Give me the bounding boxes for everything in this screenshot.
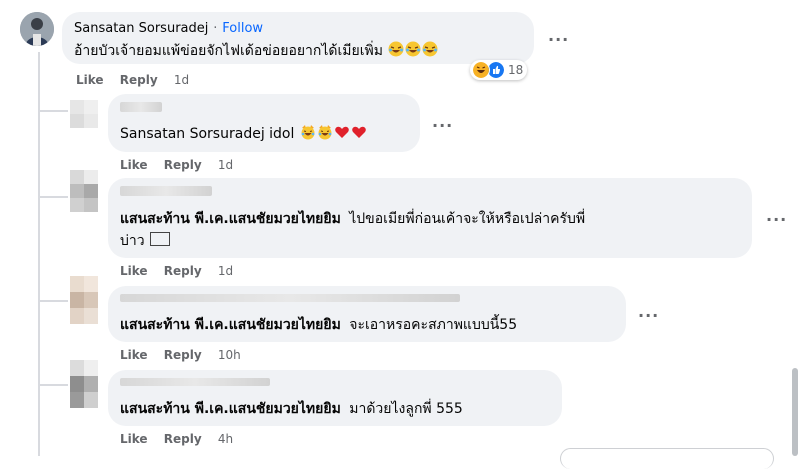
- reply-text: Sansatan Sorsuradej idol: [120, 126, 295, 142]
- more-options-icon[interactable]: ···: [548, 30, 569, 49]
- reply-author[interactable]: แสนสะท้าน พี.เค.แสนชัยมวยไทยยิม: [120, 317, 341, 333]
- reply-connector: [38, 384, 68, 386]
- comment-author-row: Sansatan Sorsuradej · Follow: [74, 20, 263, 36]
- like-button[interactable]: Like: [120, 264, 148, 278]
- avatar[interactable]: [70, 360, 106, 408]
- reply-text: จะเอาหรอคะสภาพแบบนี้55: [349, 317, 518, 333]
- reply-button[interactable]: Reply: [164, 264, 202, 278]
- blurred-author-name: [120, 102, 162, 112]
- reply-text-row: แสนสะท้าน พี.เค.แสนชัยมวยไทยยิม จะเอาหรอ…: [120, 314, 517, 336]
- reply-button[interactable]: Reply: [164, 432, 202, 446]
- reply-text: ไปขอเมียพี่ก่อนเค้าจะให้หรือเปล่าครับพี่: [349, 211, 586, 227]
- reply-connector: [38, 196, 68, 198]
- reply-text-row: แสนสะท้าน พี.เค.แสนชัยมวยไทยยิม ไปขอเมีย…: [120, 208, 585, 230]
- haha-reaction-icon: [472, 61, 490, 79]
- reply-button[interactable]: Reply: [120, 73, 158, 87]
- reply-actions: Like Reply 10h: [120, 348, 253, 362]
- reply-time: 10h: [217, 348, 241, 362]
- comment-author[interactable]: Sansatan Sorsuradej: [74, 21, 208, 36]
- avatar[interactable]: [70, 276, 106, 324]
- comment-text: อ้ายบัวเจ้ายอมแพ้ข่อยจักไฟเด้อข่อยอยากได…: [74, 43, 383, 59]
- like-button[interactable]: Like: [120, 348, 148, 362]
- comment-input-edge[interactable]: [560, 448, 774, 469]
- reply-actions: Like Reply 4h: [120, 432, 245, 446]
- like-button[interactable]: Like: [120, 432, 148, 446]
- reply-text-continued: บ่าว: [120, 233, 145, 249]
- more-options-icon[interactable]: ···: [432, 116, 453, 135]
- reply-time: 1d: [217, 158, 234, 172]
- follow-separator: ·: [213, 21, 218, 36]
- like-button[interactable]: Like: [76, 73, 104, 87]
- reply-button[interactable]: Reply: [164, 158, 202, 172]
- cat-laughing-emoji: [301, 125, 315, 140]
- reply-time: 1d: [217, 264, 234, 278]
- avatar[interactable]: [70, 100, 106, 136]
- heart-emoji: [335, 126, 349, 138]
- reply-actions: Like Reply 1d: [120, 158, 245, 172]
- reply-author[interactable]: แสนสะท้าน พี.เค.แสนชัยมวยไทยยิม: [120, 211, 341, 227]
- comment-time: 1d: [173, 73, 190, 87]
- laughing-emoji: [388, 41, 404, 57]
- reaction-count: 18: [508, 63, 524, 77]
- reply-text-row-2: บ่าว: [120, 230, 171, 252]
- reaction-summary[interactable]: 18: [470, 60, 528, 80]
- more-options-icon[interactable]: ···: [766, 210, 787, 229]
- reply-bubble: แสนสะท้าน พี.เค.แสนชัยมวยไทยยิม จะเอาหรอ…: [108, 286, 626, 342]
- comment-bubble: Sansatan Sorsuradej · Follow อ้ายบัวเจ้า…: [62, 12, 534, 64]
- blurred-author-name: [120, 294, 460, 302]
- blurred-author-name: [120, 186, 212, 196]
- reply-author[interactable]: แสนสะท้าน พี.เค.แสนชัยมวยไทยยิม: [120, 401, 341, 417]
- avatar-photo: [20, 12, 54, 46]
- reply-bubble: Sansatan Sorsuradej idol: [108, 94, 420, 152]
- thread-line: [38, 52, 40, 456]
- reply-text-row: แสนสะท้าน พี.เค.แสนชัยมวยไทยยิม มาด้วยไง…: [120, 398, 463, 420]
- follow-link[interactable]: Follow: [222, 21, 263, 36]
- cat-laughing-emoji: [318, 125, 332, 140]
- more-options-icon[interactable]: ···: [638, 306, 659, 325]
- like-button[interactable]: Like: [120, 158, 148, 172]
- blurred-author-name: [120, 378, 270, 386]
- avatar[interactable]: [70, 170, 106, 216]
- avatar[interactable]: [20, 12, 54, 46]
- laughing-emoji: [422, 41, 438, 57]
- reply-connector: [38, 300, 68, 302]
- reply-button[interactable]: Reply: [164, 348, 202, 362]
- reply-time: 4h: [217, 432, 234, 446]
- reply-bubble: แสนสะท้าน พี.เค.แสนชัยมวยไทยยิม มาด้วยไง…: [108, 370, 562, 426]
- comment-text-row: อ้ายบัวเจ้ายอมแพ้ข่อยจักไฟเด้อข่อยอยากได…: [74, 40, 438, 62]
- placeholder-glyph-icon: [150, 232, 171, 246]
- reply-bubble: แสนสะท้าน พี.เค.แสนชัยมวยไทยยิม ไปขอเมีย…: [108, 178, 752, 258]
- comment-actions: Like Reply 1d: [76, 73, 201, 87]
- heart-emoji: [352, 126, 366, 138]
- scrollbar[interactable]: [792, 368, 798, 456]
- laughing-emoji: [405, 41, 421, 57]
- reply-text: มาด้วยไงลูกพี่ 555: [349, 401, 463, 417]
- reply-actions: Like Reply 1d: [120, 264, 245, 278]
- reply-text-row: Sansatan Sorsuradej idol: [120, 124, 367, 142]
- reply-connector: [38, 110, 68, 112]
